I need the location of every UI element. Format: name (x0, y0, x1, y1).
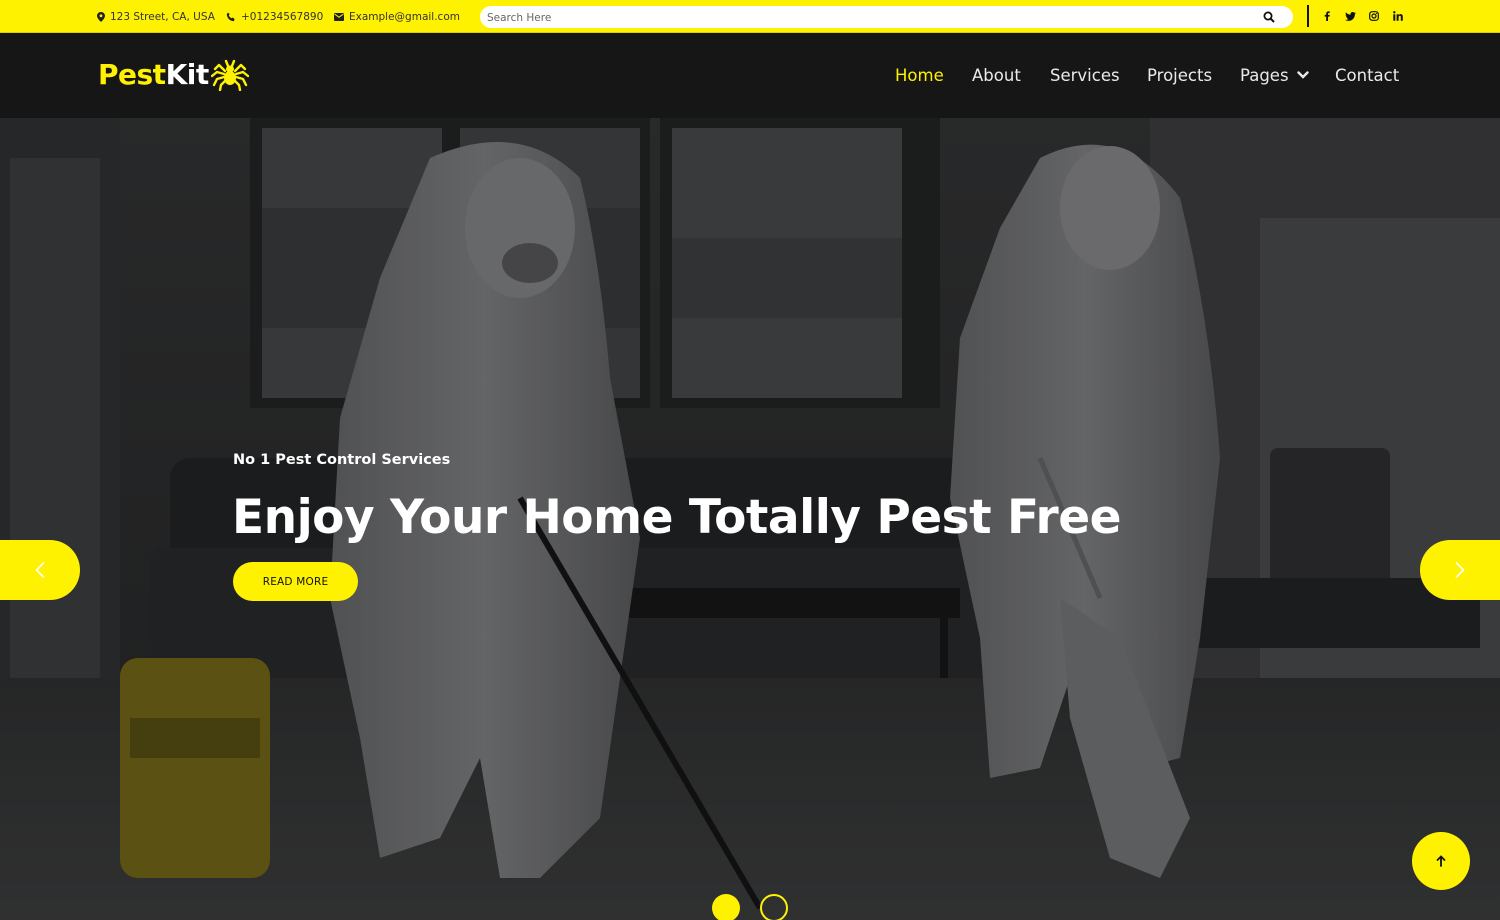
carousel-prev-button[interactable] (0, 540, 80, 600)
spider-icon (210, 59, 249, 91)
carousel-dot-2[interactable] (760, 894, 788, 920)
carousel-dot-1[interactable] (712, 894, 740, 920)
nav-label: Projects (1147, 65, 1213, 85)
nav-projects[interactable]: Projects (1147, 63, 1212, 87)
chevron-down-icon (1296, 71, 1309, 79)
topbar-divider (1307, 5, 1309, 27)
nav-about[interactable]: About (972, 63, 1021, 87)
brand-word-2: Kit (165, 57, 210, 91)
email-text: Example@gmail.com (349, 10, 460, 23)
search-bar (480, 6, 1293, 28)
chevron-right-icon (1455, 561, 1465, 579)
nav-label: Home (895, 65, 944, 85)
phone-info[interactable]: +01234567890 (226, 0, 323, 33)
hero-carousel: No 1 Pest Control Services Enjoy Your Ho… (0, 118, 1500, 920)
map-pin-icon (97, 11, 105, 22)
address-info: 123 Street, CA, USA (97, 0, 215, 33)
nav-pages[interactable]: Pages (1240, 63, 1309, 87)
carousel-next-button[interactable] (1420, 540, 1500, 600)
nav-contact[interactable]: Contact (1335, 63, 1399, 87)
envelope-icon (334, 12, 344, 21)
nav-label: About (972, 65, 1021, 85)
facebook-icon[interactable] (1321, 10, 1333, 22)
phone-icon (226, 12, 235, 21)
arrow-up-icon (1436, 855, 1446, 867)
email-info[interactable]: Example@gmail.com (334, 0, 460, 33)
nav-label: Services (1050, 65, 1120, 85)
nav-label: Pages (1240, 65, 1289, 85)
hero-subtitle: No 1 Pest Control Services (233, 452, 451, 468)
chevron-left-icon (35, 561, 45, 579)
hero-title: Enjoy Your Home Totally Pest Free (232, 490, 1121, 545)
top-bar: 123 Street, CA, USA +01234567890 Example… (0, 0, 1500, 33)
back-to-top-button[interactable] (1412, 832, 1470, 890)
brand-logo[interactable]: Pest Kit (98, 56, 249, 92)
phone-text: +01234567890 (241, 10, 324, 23)
brand-word-1: Pest (98, 57, 166, 91)
nav-home[interactable]: Home (895, 63, 944, 87)
twitter-icon[interactable] (1344, 10, 1356, 22)
main-navbar: Pest Kit Home About Services Projects Pag… (0, 33, 1500, 118)
instagram-icon[interactable] (1368, 10, 1380, 22)
address-text: 123 Street, CA, USA (110, 10, 215, 23)
search-input[interactable] (480, 7, 1240, 28)
linkedin-icon[interactable] (1392, 10, 1404, 22)
nav-label: Contact (1335, 65, 1400, 85)
read-more-button[interactable]: READ MORE (233, 562, 358, 601)
nav-services[interactable]: Services (1050, 63, 1120, 87)
search-icon[interactable] (1263, 11, 1275, 23)
